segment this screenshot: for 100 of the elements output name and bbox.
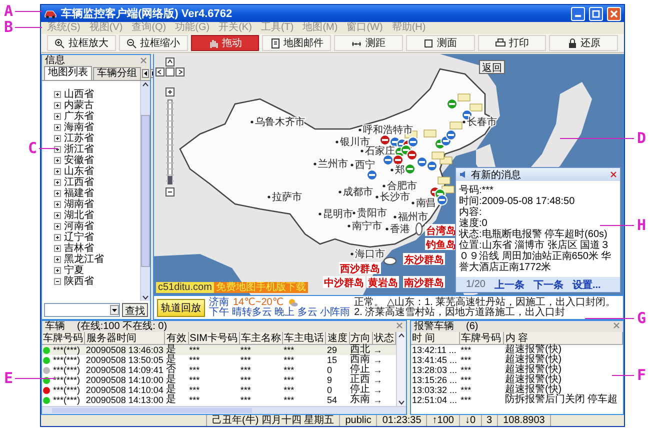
zoom-slider-fill[interactable]	[168, 176, 172, 184]
scrollbar[interactable]	[140, 81, 150, 301]
tree-item[interactable]: 湖北省	[64, 210, 94, 221]
zoom-out-button[interactable]	[166, 188, 174, 196]
expand-icon[interactable]	[54, 146, 61, 153]
callout-letter: B	[4, 19, 14, 35]
tree-item[interactable]: 安徽省	[64, 155, 94, 166]
expand-icon[interactable]	[54, 256, 61, 263]
expand-icon[interactable]	[54, 245, 61, 252]
column-header[interactable]: 车牌号码	[460, 332, 504, 344]
column-header[interactable]: SIM卡号码	[188, 332, 240, 344]
tree-item[interactable]: 江苏省	[64, 133, 94, 144]
expand-icon[interactable]	[54, 168, 61, 175]
column-header[interactable]: 车主名称	[239, 332, 283, 344]
popup-link[interactable]: 设置...	[572, 278, 601, 292]
tree-item[interactable]: 湖南省	[64, 199, 94, 210]
tree-item[interactable]: 黑龙江省	[64, 254, 104, 265]
column-header[interactable]: 速度	[326, 332, 350, 344]
expand-icon[interactable]	[54, 113, 61, 120]
city-dot	[336, 140, 338, 144]
tree-item[interactable]: 海南省	[64, 122, 94, 133]
search-dropdown[interactable]	[44, 303, 120, 317]
tree-item[interactable]: 吉林省	[64, 243, 94, 254]
toolbar-button[interactable]: 测距	[334, 35, 403, 51]
table-cell-text: 否	[164, 365, 177, 375]
expand-icon[interactable]	[54, 223, 61, 230]
tree-item[interactable]: 江西省	[64, 177, 94, 188]
toolbar-button[interactable]: 拉框放大	[47, 35, 116, 51]
tab-scroll-left-icon[interactable]	[142, 68, 149, 78]
table-cell: 西北	[349, 344, 372, 355]
table-cell-text: ***	[239, 385, 252, 395]
tree-item[interactable]: 内蒙古	[64, 100, 94, 111]
expand-icon[interactable]	[54, 102, 61, 109]
popup-link[interactable]: 上一条	[494, 278, 524, 292]
tab[interactable]: 车辆分组	[93, 67, 141, 80]
close-button[interactable]	[607, 6, 621, 20]
tree-item[interactable]: 辽宁省	[64, 232, 94, 243]
expand-icon[interactable]	[54, 135, 61, 142]
table-cell-text: →	[372, 365, 384, 375]
column-header[interactable]: 车牌号码	[42, 332, 85, 344]
toolbar-button[interactable]: 还原	[549, 35, 618, 51]
search-button[interactable]: 查找	[122, 303, 148, 317]
maximize-button[interactable]	[589, 6, 603, 20]
tree-item[interactable]: 陕西省	[64, 276, 94, 287]
car-icon	[44, 8, 57, 19]
expand-icon[interactable]	[54, 190, 61, 197]
close-icon[interactable]	[140, 57, 147, 64]
toolbar-button[interactable]: 地图邮件	[262, 35, 331, 51]
toolbar-button[interactable]: 测面	[406, 35, 474, 51]
zoom-slider[interactable]	[166, 100, 174, 184]
city-dot	[394, 216, 396, 218]
column-header[interactable]: 服务器时间	[84, 332, 165, 344]
popup-link[interactable]: 下一条	[533, 278, 564, 292]
close-icon[interactable]	[396, 322, 403, 329]
expand-icon[interactable]	[54, 267, 61, 274]
column-header[interactable]: 状态	[372, 332, 396, 344]
tab[interactable]: 地图列表	[44, 66, 92, 80]
expand-icon[interactable]	[54, 212, 61, 219]
city-label: 石家庄	[365, 146, 395, 157]
close-icon[interactable]	[610, 171, 617, 178]
table-cell: →	[372, 355, 396, 365]
table-cell-text: 54	[326, 395, 338, 405]
city-dot	[348, 224, 350, 228]
close-icon[interactable]	[613, 322, 620, 329]
city-label: 郑	[395, 165, 405, 176]
zoom-in-button[interactable]	[166, 88, 174, 96]
column-header[interactable]: 有效	[164, 332, 188, 344]
expand-icon[interactable]	[54, 201, 61, 208]
return-button[interactable]: 返回	[479, 60, 505, 74]
playback-button[interactable]: 轨道回放	[157, 298, 205, 317]
expand-icon[interactable]	[54, 124, 61, 131]
expand-icon[interactable]	[54, 157, 61, 164]
column-header[interactable]: 方向	[349, 332, 372, 344]
expand-icon[interactable]	[54, 91, 61, 98]
horizontal-scrollbar[interactable]	[42, 406, 406, 414]
toolbar-button[interactable]: 打印	[478, 35, 546, 51]
expand-icon[interactable]	[54, 234, 61, 241]
scrollbar[interactable]	[396, 332, 406, 406]
zoom-in-icon	[54, 38, 66, 48]
traffic-ticker: 正常。 △山东：1. 莱芜高速牡丹站，因施工，出入口封闭。 2. 济莱高速雪村站，因地方道路施工，出入口封	[354, 298, 617, 318]
tree-item[interactable]: 浙江省	[64, 144, 94, 155]
column-header[interactable]: 时 间	[411, 332, 460, 344]
tree-item[interactable]: 广东省	[64, 111, 94, 122]
tree-item[interactable]: 福建省	[64, 188, 94, 199]
column-header[interactable]: 车主电话	[282, 332, 326, 344]
column-header[interactable]: 内 容	[504, 332, 622, 344]
tree-item[interactable]: 山东省	[64, 166, 94, 177]
tree-item[interactable]: 宁夏	[64, 265, 84, 276]
city-dot	[338, 190, 342, 194]
tree-item[interactable]: 山西省	[64, 89, 94, 100]
table-cell-text: 13:41:45 ...	[411, 355, 458, 365]
table-cell: ***	[188, 344, 240, 355]
toolbar-button[interactable]: 拉框缩小	[118, 35, 188, 51]
collapse-icon[interactable]	[54, 278, 61, 285]
expand-icon[interactable]	[54, 179, 61, 186]
minimize-button[interactable]	[571, 6, 585, 20]
tree-item[interactable]: 河南省	[64, 221, 94, 232]
pan-control-icon[interactable]	[156, 58, 184, 76]
island-label: 东沙群岛	[403, 253, 445, 266]
toolbar-button[interactable]: 拖动	[190, 35, 260, 51]
